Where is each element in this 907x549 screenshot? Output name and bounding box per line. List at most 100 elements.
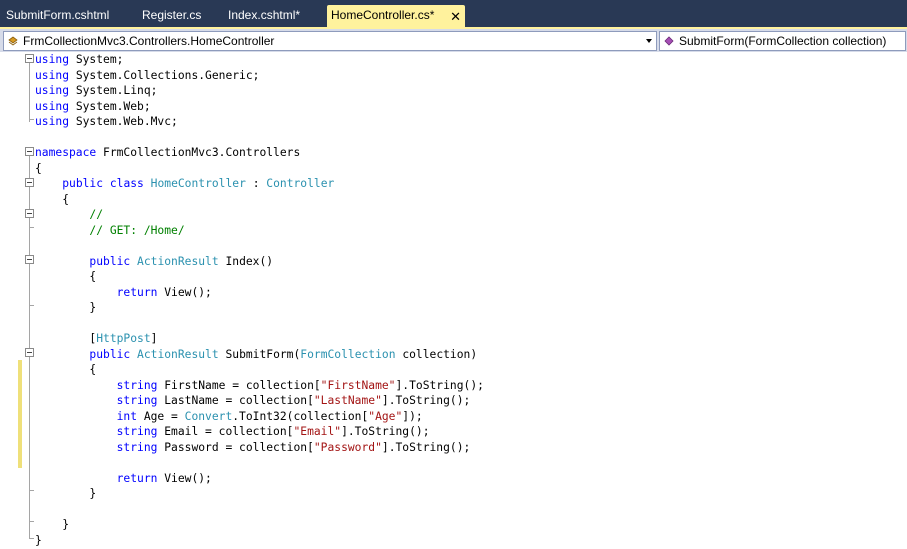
code-line: string Email = collection["Email"].ToStr…	[35, 424, 430, 440]
code-token: System.Linq;	[69, 84, 158, 97]
code-line: string LastName = collection["LastName"]…	[35, 393, 471, 409]
code-editor[interactable]: using System; using System.Collections.Ge…	[0, 52, 907, 549]
tab-label: HomeController.cs*	[331, 8, 435, 22]
code-token: Convert	[184, 409, 233, 423]
code-token: Controller	[266, 177, 335, 190]
tab-homecontroller-cs[interactable]: HomeController.cs* ✕	[327, 5, 465, 28]
code-line: return View();	[35, 285, 212, 301]
code-token: return	[116, 471, 158, 485]
code-line: }	[35, 533, 42, 549]
code-token: "Age"	[368, 409, 403, 423]
code-token: "Password"	[313, 440, 382, 454]
outline-end-tick	[29, 227, 34, 228]
code-line: }	[35, 486, 96, 502]
code-token: System;	[69, 53, 124, 66]
code-line: using System.Linq;	[35, 83, 157, 99]
change-indicator	[18, 360, 22, 468]
code-token: {	[35, 161, 42, 175]
code-token: ActionResult	[137, 254, 219, 268]
outline-end-tick	[29, 490, 34, 491]
code-line: namespace FrmCollectionMvc3.Controllers	[35, 145, 300, 161]
code-token: {	[35, 270, 97, 283]
code-token: int	[116, 409, 138, 423]
code-token: }	[35, 518, 70, 531]
collapse-icon[interactable]	[25, 147, 34, 156]
outline-end-tick	[29, 521, 34, 522]
code-line: public class HomeController : Controller	[35, 176, 334, 192]
code-token: class	[109, 177, 144, 190]
collapse-icon[interactable]	[25, 178, 34, 187]
type-combo-label: FrmCollectionMvc3.Controllers.HomeContro…	[23, 34, 275, 48]
code-line: using System.Web.Mvc;	[35, 114, 178, 130]
member-combo[interactable]: SubmitForm(FormCollection collection)	[659, 31, 906, 51]
code-token: Index()	[218, 254, 274, 268]
code-token: Password = collection[	[157, 440, 314, 454]
collapse-icon[interactable]	[25, 348, 34, 357]
code-token: View();	[157, 285, 212, 299]
type-combo[interactable]: FrmCollectionMvc3.Controllers.HomeContro…	[3, 31, 657, 51]
code-token: {	[35, 363, 97, 376]
code-line: {	[35, 161, 42, 177]
collapse-icon[interactable]	[25, 54, 34, 63]
tab-index-cshtml[interactable]: Index.cshtml*	[228, 5, 300, 25]
document-tab-strip: SubmitForm.cshtml Register.cs Index.csht…	[0, 0, 907, 28]
code-token: Age =	[137, 409, 185, 423]
code-line: [HttpPost]	[35, 331, 157, 347]
code-token: HomeController	[150, 177, 246, 190]
code-token: }	[35, 487, 97, 500]
code-token: FormCollection	[300, 347, 396, 361]
code-token: using	[35, 68, 70, 82]
collapse-icon[interactable]	[25, 209, 34, 218]
code-token: View();	[157, 471, 212, 485]
code-token: FrmCollectionMvc3.Controllers	[96, 146, 301, 159]
code-line: //	[35, 207, 103, 223]
code-token: using	[35, 99, 70, 113]
code-token: ].ToString();	[381, 394, 471, 407]
code-token: using	[35, 53, 70, 66]
code-line: {	[35, 362, 96, 378]
code-token: using	[35, 84, 70, 97]
code-line: {	[35, 192, 69, 208]
code-line: using System.Collections.Generic;	[35, 68, 259, 84]
navigation-bar: FrmCollectionMvc3.Controllers.HomeContro…	[0, 29, 907, 52]
code-line: {	[35, 269, 96, 285]
tab-register-cs[interactable]: Register.cs	[142, 5, 201, 25]
chevron-down-icon[interactable]	[643, 32, 656, 50]
tab-submitform-cshtml[interactable]: SubmitForm.cshtml	[6, 5, 109, 25]
code-token: string	[116, 394, 158, 407]
outline-guide	[29, 62, 30, 122]
code-token: ActionResult	[137, 347, 219, 361]
code-line: }	[35, 517, 69, 533]
code-line: int Age = Convert.ToInt32(collection["Ag…	[35, 409, 423, 425]
code-token: [	[35, 332, 97, 345]
code-line: string Password = collection["Password"]…	[35, 440, 471, 456]
code-token: string	[116, 440, 158, 454]
code-token: "Email"	[293, 425, 342, 438]
code-token: "FirstName"	[320, 378, 396, 392]
code-token: public	[89, 254, 131, 268]
code-line: string FirstName = collection["FirstName…	[35, 378, 484, 394]
code-token: Email = collection[	[157, 425, 294, 438]
code-token: using	[35, 115, 70, 128]
code-token: }	[35, 301, 97, 314]
code-token: .ToInt32(collection[	[232, 409, 369, 423]
close-icon[interactable]: ✕	[450, 7, 461, 27]
code-token: public	[89, 347, 131, 361]
collapse-icon[interactable]	[25, 255, 34, 264]
code-line: using System.Web;	[35, 99, 151, 115]
code-token: System.Web;	[69, 99, 151, 113]
code-line: }	[35, 300, 96, 316]
code-token: :	[245, 177, 267, 190]
